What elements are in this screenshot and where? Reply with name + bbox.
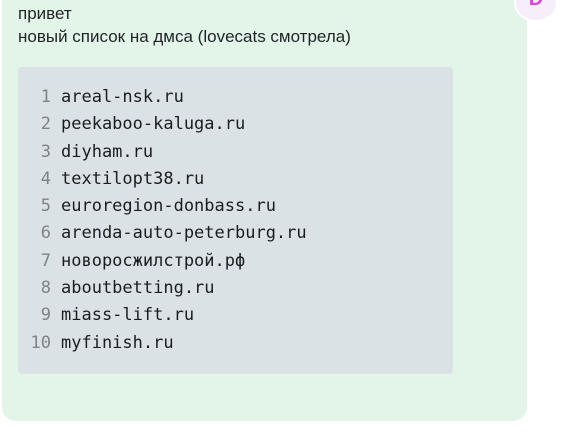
- code-lines: 1 areal-nsk.ru 2 peekaboo-kaluga.ru 3 diyha…: [18, 84, 453, 357]
- chat-view: привет новый список на дмса (lovecats см…: [0, 0, 578, 432]
- line-text: myfinish.ru: [61, 332, 174, 353]
- line-text: peekaboo-kaluga.ru: [61, 114, 246, 135]
- line-text: areal-nsk.ru: [61, 87, 184, 107]
- line-number: 10: [30, 332, 51, 353]
- line-number: 4: [40, 168, 51, 189]
- code-line: 8 aboutbetting.ru: [18, 275, 453, 302]
- code-line: 2 peekaboo-kaluga.ru: [18, 111, 453, 138]
- line-text: arenda-auto-peterburg.ru: [61, 223, 307, 244]
- line-number: 2: [40, 114, 51, 135]
- line-text: textilopt38.ru: [61, 168, 205, 189]
- code-line: 10 myfinish.ru: [18, 330, 453, 357]
- message-text: привет новый список на дмса (lovecats см…: [18, 2, 351, 48]
- line-text: новоросжилстрой.рф: [61, 250, 246, 271]
- line-number: 8: [40, 278, 51, 299]
- message-line: привет: [18, 4, 72, 23]
- code-line: 9 miass-lift.ru: [18, 302, 453, 329]
- message-line: новый список на дмса (lovecats смотрела): [18, 27, 351, 46]
- code-line: 1 areal-nsk.ru: [18, 84, 453, 111]
- line-text: miass-lift.ru: [61, 305, 195, 326]
- line-number: 5: [40, 196, 51, 217]
- message-bubble[interactable]: привет новый список на дмса (lovecats см…: [2, 0, 527, 421]
- line-number: 7: [40, 250, 51, 271]
- code-block[interactable]: 1 areal-nsk.ru 2 peekaboo-kaluga.ru 3 diyha…: [18, 67, 453, 374]
- line-text: diyham.ru: [61, 141, 154, 162]
- line-text: euroregion-donbass.ru: [61, 196, 276, 217]
- code-line: 7 новоросжилстрой.рф: [18, 248, 453, 275]
- line-text: aboutbetting.ru: [61, 278, 215, 299]
- code-line: 6 arenda-auto-peterburg.ru: [18, 220, 453, 247]
- line-number: 1: [40, 87, 51, 107]
- code-line: 4 textilopt38.ru: [18, 166, 453, 193]
- line-number: 3: [40, 141, 51, 162]
- line-number: 9: [40, 305, 51, 326]
- line-number: 6: [40, 223, 51, 244]
- code-line: 5 euroregion-donbass.ru: [18, 193, 453, 220]
- code-line: 3 diyham.ru: [18, 139, 453, 166]
